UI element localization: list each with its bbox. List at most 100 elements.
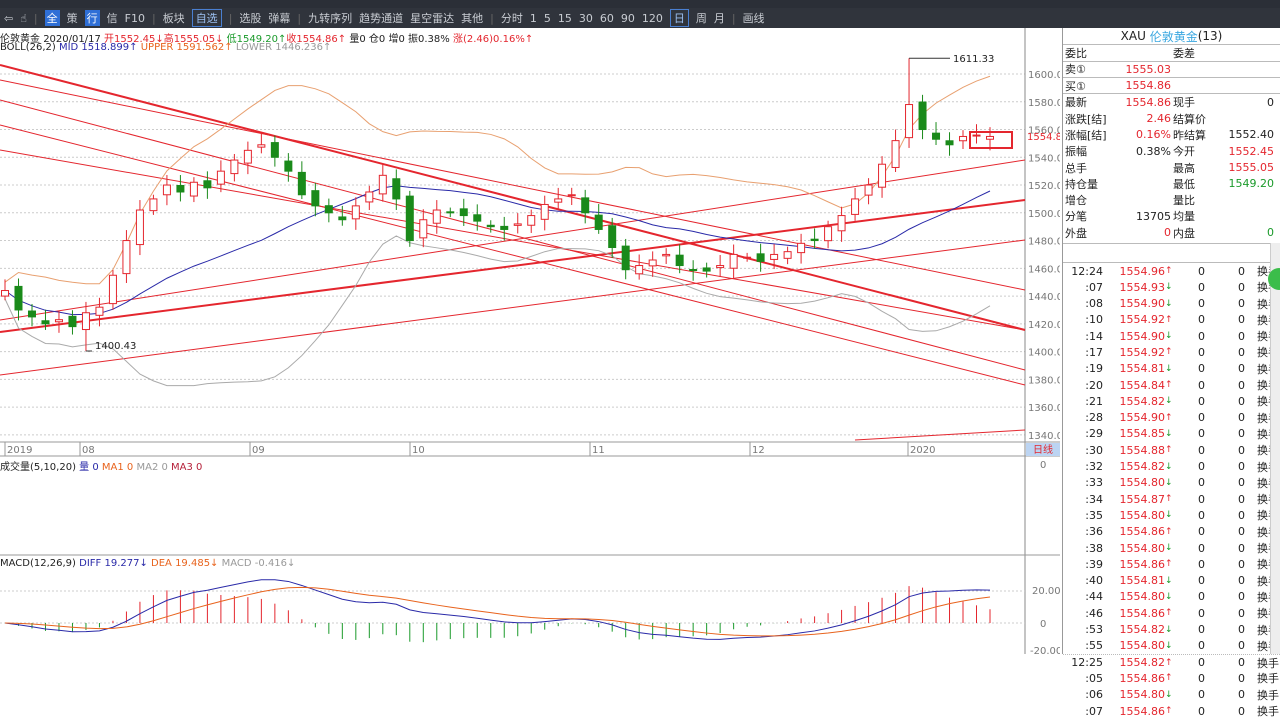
period-day[interactable]: 日 [669,9,689,27]
period-timeshare[interactable]: 分时 [501,10,523,26]
candle-body [365,191,374,203]
candle-body [41,320,50,325]
tool-nine-turn[interactable]: 九转序列 [308,10,352,26]
stat-label: 分笔 [1065,210,1087,224]
period-120[interactable]: 120 [642,12,663,25]
candle-body [243,149,252,164]
stat-label: 涨跌[结] [1065,112,1107,126]
tool-trend-channel[interactable]: 趋势通道 [359,10,403,26]
tool-quote[interactable]: 行 [84,10,100,26]
tick-price: 1554.80 [1119,688,1166,702]
tick-volume: 0 [1198,313,1205,327]
candle-body [986,135,994,140]
tick-price: 1554.86 [1119,525,1166,539]
tool-stock-picker[interactable]: 选股 [239,10,261,26]
stat-row: 外盘 0 内盘 0 [1063,225,1280,241]
candle-body [527,215,536,226]
period-month[interactable]: 月 [714,10,725,26]
stat-value: 13705 [1136,209,1171,223]
stat-label: 最低 [1173,177,1195,191]
boll-label: BOLL(26,2) [0,42,56,53]
price-tick-label: 1420.00 [1028,320,1060,331]
tick-price: 1554.80 [1119,541,1166,555]
tool-sector[interactable]: 板块 [163,10,185,26]
period-90[interactable]: 90 [621,12,635,25]
tick-volume2: 0 [1238,704,1245,718]
tick-volume2: 0 [1238,606,1245,620]
period-60[interactable]: 60 [600,12,614,25]
tool-info[interactable]: 信 [107,10,118,26]
period-week[interactable]: 周 [696,10,707,26]
candle-body [662,253,671,257]
tick-arrow: ↓ [1165,461,1173,472]
tick-volume2: 0 [1238,639,1245,653]
boll-upper: UPPER 1591.562↑ [140,42,233,53]
candle-body [203,180,212,189]
boll-mid: MID 1518.899↑ [58,42,138,53]
tool-strategy[interactable]: 策 [67,10,78,26]
tick-arrow: ↑ [1165,266,1173,276]
tool-watchlist[interactable]: 自选 [191,9,222,27]
period-1[interactable]: 1 [530,12,537,25]
hand-icon[interactable]: ☝ [20,12,27,25]
tick-price: 1554.90 [1119,297,1166,311]
divider: | [151,11,156,25]
month-label: 11 [592,445,605,456]
period-5[interactable]: 5 [544,12,551,25]
tool-draw[interactable]: 画线 [743,10,765,26]
tick-time: :40 [1085,574,1103,588]
stat-row: 总手 最高 1555.05 [1063,159,1280,175]
candle-body [149,198,158,212]
tick-arrow: ↑ [1165,380,1173,391]
bid-price: 1554.86 [1125,79,1172,93]
tick-type: 换手 [1257,705,1279,719]
tick-arrow: ↓ [1165,575,1173,586]
tick-arrow: ↓ [1165,331,1173,342]
panel-title: XAU 伦敦黄金 (13) [1063,28,1280,44]
scrollbar[interactable] [1270,243,1280,654]
tick-volume2: 0 [1238,492,1245,506]
tool-f10[interactable]: F10 [125,12,145,25]
panel-spacer [1063,242,1280,263]
stat-label: 现手 [1173,96,1195,110]
price-tick-label: 1360.00 [1028,403,1060,414]
stat-label: 增仓 [1065,194,1087,208]
tick-volume2: 0 [1238,688,1245,702]
toolbar: ⇦ ☝ | 全 策 行 信 F10 | 板块 自选 | 选股 弹幕 | 九转序列… [0,8,1280,28]
tool-all[interactable]: 全 [44,10,60,26]
tick-volume2: 0 [1238,394,1245,408]
quote-panel: XAU 伦敦黄金 (13) 委比 委差 卖① 1555.03 买① 1554.86 最新… [1062,28,1280,718]
tool-danmaku[interactable]: 弹幕 [268,10,290,26]
price-tick-label: 1440.00 [1028,292,1060,303]
volume-ma3: MA3 0 [171,462,203,473]
stat-value: 0.16% [1136,128,1171,142]
tick-volume: 0 [1198,443,1205,457]
tick-price: 1554.96 [1119,264,1166,278]
volume-ma2: MA2 0 [136,462,168,473]
tick-volume: 0 [1198,525,1205,539]
candle-body [162,184,171,196]
price-tick-label: 1580.00 [1028,98,1060,109]
tick-row: :34 1554.87 ↑ 0 0 换手 [1063,491,1280,507]
tool-radar[interactable]: 星空雷达 [410,10,454,26]
stat-label: 最高 [1173,161,1195,175]
tick-volume: 0 [1198,574,1205,588]
candle-body [270,142,279,158]
stat-label: 结算价 [1173,112,1206,126]
candle-body [837,215,846,232]
tick-volume: 0 [1198,329,1205,343]
tick-price: 1554.86 [1119,557,1166,571]
back-icon[interactable]: ⇦ [4,12,13,25]
tick-time: :35 [1085,508,1103,522]
stat-label: 涨幅[结] [1065,128,1107,142]
stat-value: 0 [1267,226,1274,240]
macd-dea: DEA 19.485↓ [151,558,219,569]
tick-volume: 0 [1198,541,1205,555]
period-15[interactable]: 15 [558,12,572,25]
stat-label: 今开 [1173,145,1195,159]
tick-volume: 0 [1198,623,1205,637]
stat-label: 持仓量 [1065,177,1098,191]
tick-type: 换手 [1257,672,1279,686]
tool-other[interactable]: 其他 [461,10,483,26]
period-30[interactable]: 30 [579,12,593,25]
